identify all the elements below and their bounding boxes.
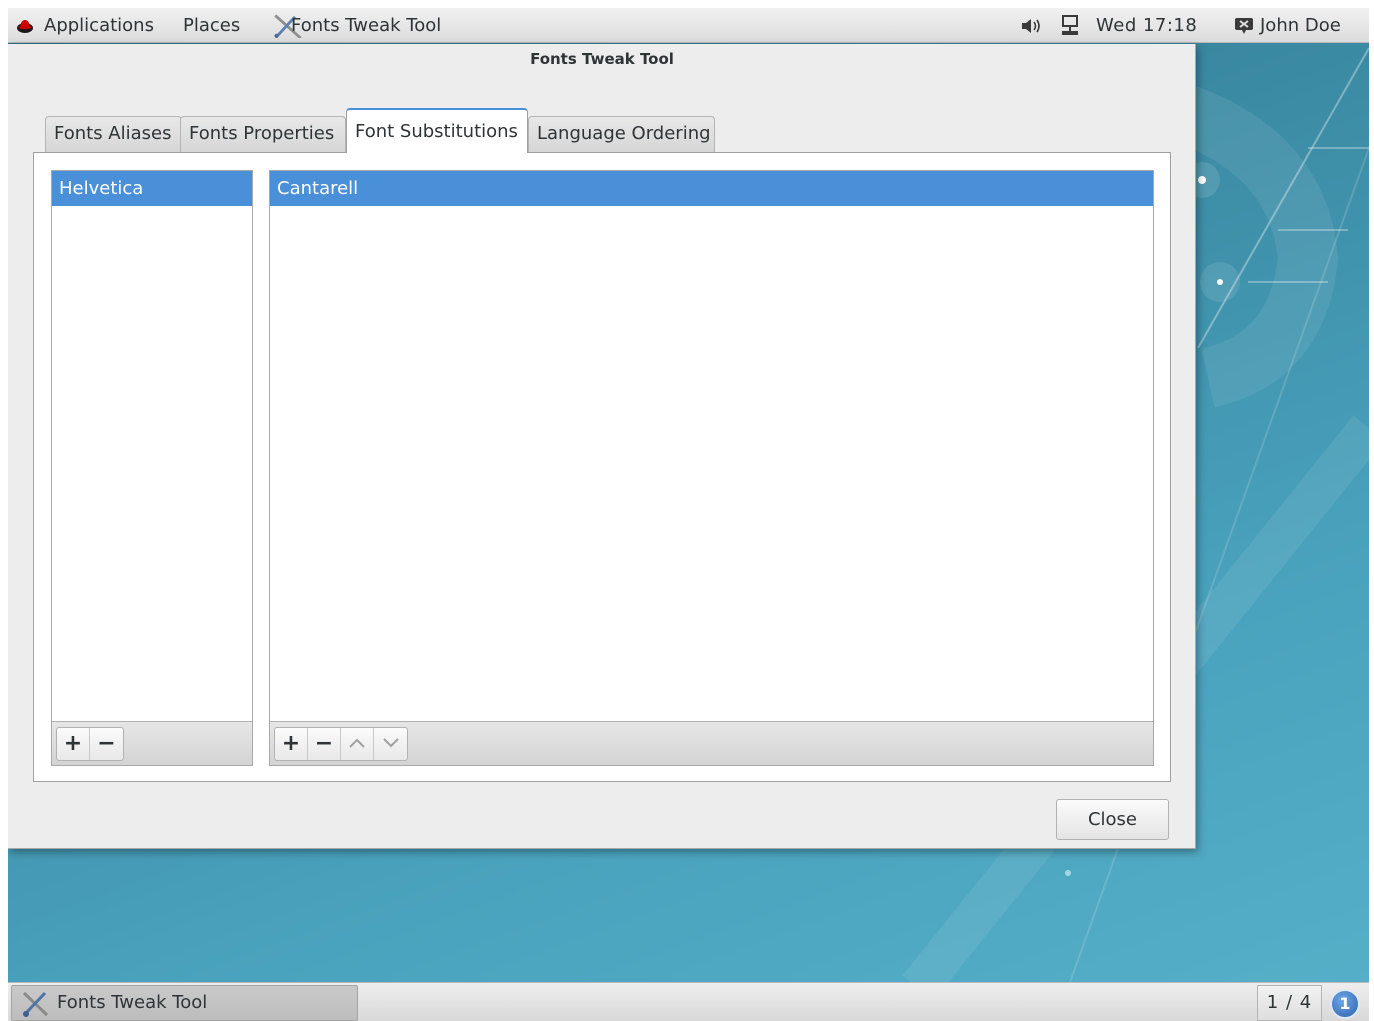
list-item[interactable]: Cantarell [270, 171, 1153, 206]
move-down-icon [382, 738, 399, 748]
workspace-indicator[interactable]: 1 / 4 [1257, 985, 1322, 1021]
user-menu[interactable]: John Doe [1260, 14, 1341, 38]
tab-panel-font-substitutions: Helvetica + − Cantarell + − [33, 152, 1171, 782]
list-item[interactable]: Helvetica [52, 171, 252, 206]
bottom-panel: Fonts Tweak Tool 1 / 4 1 [8, 982, 1369, 1021]
remove-font-family-button[interactable]: − [90, 728, 123, 760]
clock[interactable]: Wed 17:18 [1096, 14, 1197, 38]
redhat-logo-icon [17, 20, 33, 33]
font-family-list-toolbar: + − [52, 721, 252, 765]
move-up-button[interactable] [341, 728, 374, 760]
taskbar-item-label: Fonts Tweak Tool [57, 992, 208, 1013]
move-down-button[interactable] [374, 728, 407, 760]
move-up-icon [349, 738, 365, 748]
desktop: Applications Places Fonts Tweak Tool Wed… [8, 8, 1369, 1021]
network-icon[interactable] [1060, 14, 1080, 38]
font-family-list[interactable]: Helvetica + − [51, 170, 253, 766]
tab-language-ordering[interactable]: Language Ordering [528, 116, 715, 152]
tools-icon [22, 991, 49, 1017]
tab-fonts-properties[interactable]: Fonts Properties [180, 116, 346, 152]
applications-menu[interactable]: Applications [44, 14, 154, 38]
active-app-menu[interactable]: Fonts Tweak Tool [291, 14, 441, 38]
fonts-tweak-dialog: Fonts Tweak Tool Fonts Aliases Fonts Pro… [8, 44, 1196, 849]
close-button[interactable]: Close [1056, 799, 1169, 840]
volume-icon[interactable] [1020, 14, 1044, 38]
add-font-family-button[interactable]: + [57, 728, 90, 760]
remove-substitution-button[interactable]: − [308, 728, 341, 760]
substitution-button-group: + − [274, 727, 408, 761]
dialog-title: Fonts Tweak Tool [530, 50, 674, 68]
top-panel: Applications Places Fonts Tweak Tool Wed… [8, 8, 1369, 43]
substitution-list-toolbar: + − [270, 721, 1153, 765]
taskbar-item-fonts-tweak-tool[interactable]: Fonts Tweak Tool [11, 985, 358, 1021]
places-menu[interactable]: Places [183, 14, 240, 38]
tab-font-substitutions[interactable]: Font Substitutions [346, 108, 528, 153]
font-family-button-group: + − [56, 727, 124, 761]
substitution-list[interactable]: Cantarell + − [269, 170, 1154, 766]
notification-badge[interactable]: 1 [1330, 989, 1360, 1019]
tab-fonts-aliases[interactable]: Fonts Aliases [45, 116, 182, 152]
add-substitution-button[interactable]: + [275, 728, 308, 760]
user-icon [1235, 18, 1253, 34]
